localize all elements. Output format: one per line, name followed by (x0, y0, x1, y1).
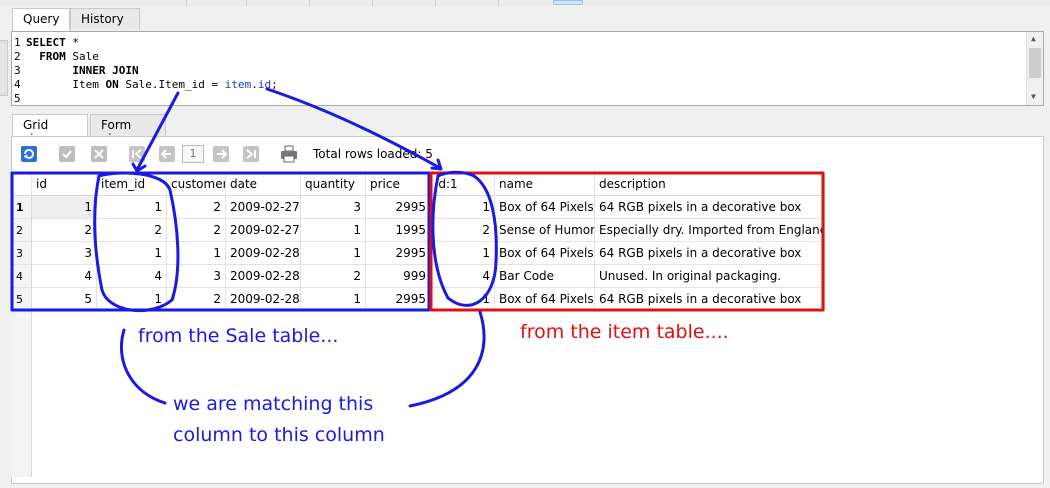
arrow-to-item-id (136, 91, 180, 170)
matching-line-1: we are matching this (173, 393, 374, 415)
arrow-to-id1 (265, 87, 442, 170)
item-id-circle (93, 171, 180, 313)
matching-line-2: column to this column (173, 424, 385, 446)
id1-circle (431, 170, 498, 307)
annotation-overlay (10, 87, 825, 408)
sale-table-label: from the Sale table... (138, 325, 339, 347)
bracket-right (408, 310, 486, 408)
sale-table-box (10, 171, 431, 312)
item-table-label: from the item table.... (520, 321, 729, 343)
